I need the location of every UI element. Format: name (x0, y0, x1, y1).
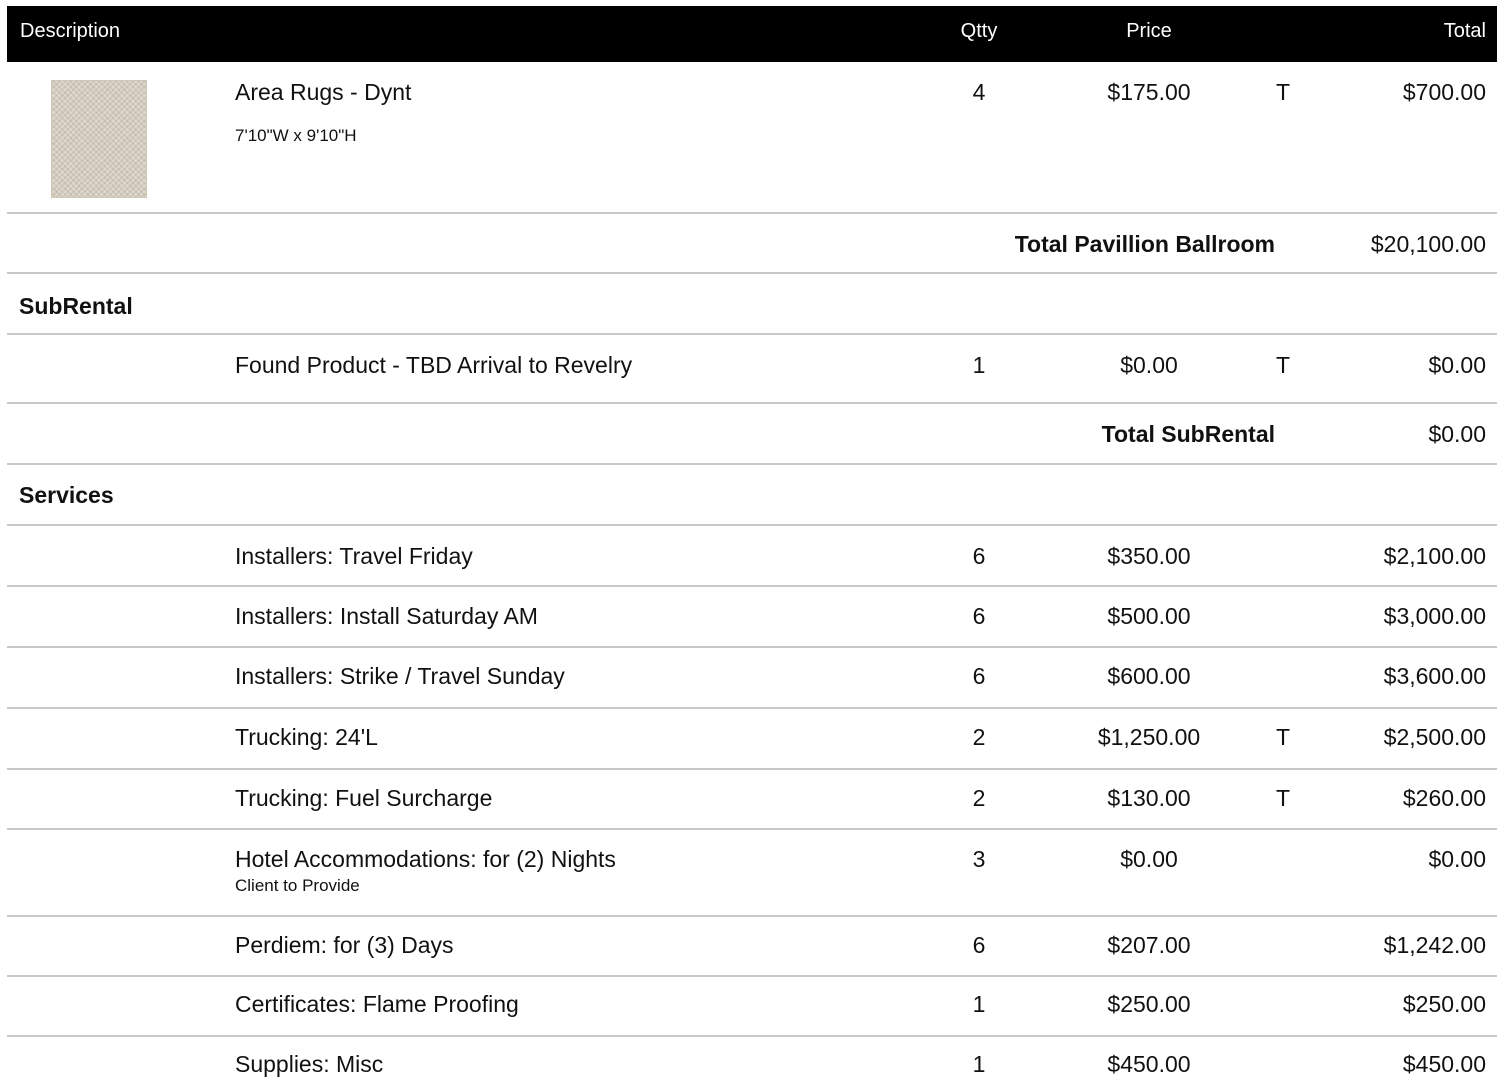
item-total: $2,500.00 (1383, 724, 1486, 750)
item-description: Perdiem: for (3) Days (235, 932, 454, 958)
item-price: $0.00 (1120, 846, 1178, 872)
item-qty: 1 (972, 991, 986, 1017)
table-row: Supplies: Misc 1 $450.00 $450.00 (7, 1037, 1497, 1089)
item-price: $600.00 (1107, 663, 1191, 689)
item-description: Installers: Strike / Travel Sunday (235, 663, 565, 689)
subtotal-value: $0.00 (1428, 421, 1486, 447)
table-row: Certificates: Flame Proofing 1 $250.00 $… (7, 977, 1497, 1037)
item-description: Certificates: Flame Proofing (235, 991, 519, 1017)
section-title: Services (19, 482, 114, 508)
section-title: SubRental (19, 293, 133, 319)
item-price: $130.00 (1107, 785, 1191, 811)
item-description: Area Rugs - Dynt (235, 79, 412, 105)
subtotal-row-pavillion: Total Pavillion Ballroom $20,100.00 (7, 214, 1497, 274)
item-price: $350.00 (1107, 543, 1191, 569)
table-row-area-rugs: Area Rugs - Dynt 7'10"W x 9'10"H 4 $175.… (7, 62, 1497, 214)
item-description: Installers: Install Saturday AM (235, 603, 538, 629)
item-total: $3,600.00 (1383, 663, 1486, 689)
item-qty: 2 (972, 785, 986, 811)
item-price: $175.00 (1107, 79, 1191, 105)
header-description: Description (20, 20, 121, 42)
item-description: Trucking: Fuel Surcharge (235, 785, 493, 811)
header-price: Price (1126, 20, 1172, 42)
item-qty: 6 (972, 603, 986, 629)
item-description: Found Product - TBD Arrival to Revelry (235, 352, 633, 378)
item-price: $250.00 (1107, 991, 1191, 1017)
item-tax-flag: T (1275, 79, 1291, 105)
item-total: $260.00 (1402, 785, 1486, 811)
table-row: Hotel Accommodations: for (2) Nights Cli… (7, 830, 1497, 917)
section-header-services: Services (7, 465, 1497, 526)
item-qty: 4 (972, 79, 986, 105)
item-total: $700.00 (1402, 79, 1486, 105)
table-row: Installers: Travel Friday 6 $350.00 $2,1… (7, 526, 1497, 587)
item-qty: 3 (972, 846, 986, 872)
item-total: $2,100.00 (1383, 543, 1486, 569)
item-tax-flag: T (1275, 785, 1291, 811)
table-row: Trucking: 24'L 2 $1,250.00 T $2,500.00 (7, 709, 1497, 770)
item-qty: 1 (972, 1051, 986, 1077)
item-description: Hotel Accommodations: for (2) Nights (235, 846, 616, 872)
item-price: $450.00 (1107, 1051, 1191, 1077)
section-header-subrental: SubRental (7, 274, 1497, 335)
table-row: Installers: Strike / Travel Sunday 6 $60… (7, 648, 1497, 709)
item-total: $250.00 (1402, 991, 1486, 1017)
item-price: $1,250.00 (1097, 724, 1201, 750)
item-price: $500.00 (1107, 603, 1191, 629)
item-qty: 6 (972, 932, 986, 958)
header-total: Total (1443, 20, 1486, 42)
table-row: Installers: Install Saturday AM 6 $500.0… (7, 587, 1497, 648)
item-total: $1,242.00 (1383, 932, 1486, 958)
item-qty: 1 (972, 352, 986, 378)
item-tax-flag: T (1275, 352, 1291, 378)
item-qty: 2 (972, 724, 986, 750)
table-row: Trucking: Fuel Surcharge 2 $130.00 T $26… (7, 770, 1497, 830)
table-header: Description Qtty Price Total (7, 6, 1497, 62)
item-qty: 6 (972, 543, 986, 569)
item-total: $3,000.00 (1383, 603, 1486, 629)
header-qty: Qtty (960, 20, 998, 42)
item-tax-flag: T (1275, 724, 1291, 750)
item-price: $0.00 (1120, 352, 1178, 378)
table-row: Found Product - TBD Arrival to Revelry 1… (7, 335, 1497, 404)
item-total: $0.00 (1428, 352, 1486, 378)
item-total: $0.00 (1428, 846, 1486, 872)
subtotal-row-subrental: Total SubRental $0.00 (7, 404, 1497, 465)
item-total: $450.00 (1402, 1051, 1486, 1077)
item-description: Installers: Travel Friday (235, 543, 473, 569)
subtotal-label: Total Pavillion Ballroom (1014, 231, 1275, 257)
item-note: Client to Provide (235, 876, 360, 895)
table-row: Perdiem: for (3) Days 6 $207.00 $1,242.0… (7, 917, 1497, 977)
item-description: Trucking: 24'L (235, 724, 378, 750)
item-price: $207.00 (1107, 932, 1191, 958)
subtotal-value: $20,100.00 (1370, 231, 1486, 257)
item-dimensions: 7'10"W x 9'10"H (235, 126, 357, 145)
subtotal-label: Total SubRental (1101, 421, 1275, 447)
area-rug-image (51, 80, 147, 198)
item-description: Supplies: Misc (235, 1051, 384, 1077)
item-qty: 6 (972, 663, 986, 689)
invoice-table: Description Qtty Price Total Area Rugs -… (7, 6, 1497, 1089)
